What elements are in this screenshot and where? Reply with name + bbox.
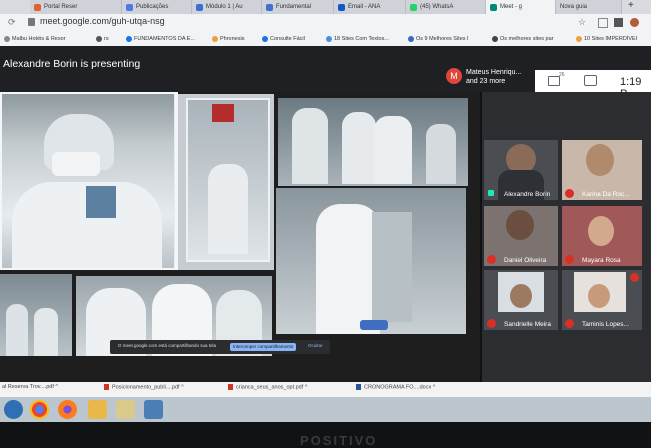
extension-icon[interactable] <box>614 18 623 27</box>
lab-photo <box>276 188 466 334</box>
profile-avatar-icon[interactable] <box>630 18 639 27</box>
bookmark-icon <box>96 36 102 42</box>
bookmark-item[interactable]: 18 Sites Com Textos... <box>326 33 389 45</box>
chevron-up-icon[interactable]: ^ <box>55 384 58 390</box>
tab-favicon-icon <box>34 3 41 11</box>
monitor-brand-logo: POSITIVO <box>300 433 378 448</box>
bookmark-item[interactable]: FUNDAMENTOS DA E... <box>126 33 195 45</box>
lab-photo <box>178 94 274 270</box>
browser-tab[interactable]: Email - ANA <box>334 0 406 14</box>
bookmark-item[interactable]: Os melhores sites par <box>492 33 554 45</box>
bookmark-icon <box>408 36 414 42</box>
participant-tile[interactable]: Mayara Rosa <box>562 206 642 266</box>
participant-tile[interactable]: Taminis Lopes... <box>562 270 642 330</box>
tab-favicon-icon <box>338 3 345 11</box>
lab-photo <box>278 98 468 186</box>
stop-sharing-button[interactable]: Interromper compartilhamento <box>230 343 297 351</box>
participant-name: Mayara Rosa <box>582 257 621 264</box>
lab-photo <box>2 94 174 268</box>
mic-muted-icon <box>565 319 574 328</box>
browser-tab[interactable]: Fundamental <box>262 0 334 14</box>
bookmark-item[interactable]: Consulte Fácil <box>262 33 305 45</box>
pdf-icon <box>104 384 109 390</box>
tab-favicon-icon <box>266 3 273 11</box>
mic-muted-icon <box>487 255 496 264</box>
participant-name: Sandrielle Meira <box>504 321 551 328</box>
download-item[interactable]: Posicionamento_publi....pdf ^ <box>104 384 184 390</box>
chevron-up-icon[interactable]: ^ <box>305 384 308 390</box>
pdf-icon <box>228 384 233 390</box>
mic-muted-icon <box>630 273 639 282</box>
download-item[interactable]: al Reserva Trov....pdf ^ <box>2 384 58 390</box>
chevron-up-icon[interactable]: ^ <box>181 384 184 390</box>
bookmark-item[interactable]: rs <box>96 33 109 45</box>
user-name: Mateus Henriqu... <box>466 69 522 76</box>
bookmark-icon <box>326 36 332 42</box>
chat-icon[interactable] <box>584 75 597 86</box>
bookmark-icon <box>262 36 268 42</box>
url-text[interactable]: meet.google.com/guh-utqa-nsg <box>40 16 165 26</box>
participant-name: Taminis Lopes... <box>582 321 629 328</box>
bookmark-icon <box>212 36 218 42</box>
file-explorer-icon[interactable] <box>116 400 135 419</box>
meet-favicon-icon <box>490 3 497 11</box>
browser-tab[interactable]: Módulo 1 | Au <box>192 0 262 14</box>
browser-tab[interactable]: (45) WhatsA <box>406 0 486 14</box>
bookmark-icon <box>4 36 10 42</box>
start-button-icon[interactable] <box>4 400 23 419</box>
mic-muted-icon <box>487 319 496 328</box>
speaking-indicator-icon <box>488 190 494 196</box>
participant-video <box>588 284 610 308</box>
participant-tile[interactable]: Daniel Oliveira <box>484 206 558 266</box>
bookmark-icon <box>576 36 582 42</box>
participant-video <box>588 216 614 246</box>
user-avatar[interactable]: M <box>446 68 462 84</box>
download-item[interactable]: CRONOGRAMA FO....docx ^ <box>356 384 435 390</box>
new-tab-button[interactable]: + <box>628 0 634 11</box>
participant-tile[interactable]: Karina Da Roc... <box>562 140 642 200</box>
chevron-up-icon[interactable]: ^ <box>433 384 436 390</box>
downloads-bar <box>0 382 651 397</box>
hide-button[interactable]: Ocultar <box>308 343 323 348</box>
lock-icon <box>28 18 35 26</box>
share-notice: O meet.google.com está compartilhando su… <box>118 343 217 348</box>
participant-count: 26 <box>559 72 565 78</box>
network-icon[interactable] <box>144 400 163 419</box>
tab-favicon-icon <box>126 3 133 11</box>
participant-summary: Mateus Henriqu... and 23 more <box>466 68 521 86</box>
mic-muted-icon <box>565 189 574 198</box>
download-item[interactable]: crianca_seus_anos_opt.pdf ^ <box>228 384 307 390</box>
browser-tab[interactable]: Nova guia <box>556 0 622 14</box>
extension-icon[interactable] <box>598 18 608 28</box>
participant-video <box>510 284 532 308</box>
bookmark-item[interactable]: Malbu Hotéis & Resor <box>4 33 66 45</box>
participant-name: Karina Da Roc... <box>582 191 630 198</box>
chrome-icon[interactable] <box>30 400 49 419</box>
reload-icon[interactable]: ⟳ <box>8 17 16 28</box>
browser-tab[interactable]: Publicações <box>122 0 192 14</box>
others-count: and 23 more <box>466 78 506 85</box>
participant-video <box>586 144 614 176</box>
bookmark-icon <box>126 36 132 42</box>
participant-tile[interactable]: Sandrielle Meira <box>484 270 558 330</box>
participant-name: Daniel Oliveira <box>504 257 547 264</box>
browser-tab[interactable]: Portal Reser <box>30 0 122 14</box>
presenting-label: Alexandre Borin is presenting <box>3 58 141 70</box>
bookmark-item[interactable]: 10 Sites IMPERDÍVEI <box>576 33 637 45</box>
tab-favicon-icon <box>410 3 417 11</box>
tab-favicon-icon <box>196 3 203 11</box>
participant-tile[interactable]: Alexandre Borin <box>484 140 558 200</box>
participant-name: Alexandre Borin <box>504 191 551 198</box>
bookmark-item[interactable]: Os 9 Melhores Sites I <box>408 33 469 45</box>
bookmark-item[interactable]: Phronesis <box>212 33 244 45</box>
media-player-icon[interactable] <box>88 400 107 419</box>
browser-tab-active[interactable]: Meet - g <box>486 0 556 14</box>
lab-photo <box>0 274 72 356</box>
participant-video <box>506 210 534 240</box>
docx-icon <box>356 384 361 390</box>
bookmark-icon <box>492 36 498 42</box>
firefox-icon[interactable] <box>58 400 77 419</box>
bookmark-star-icon[interactable]: ☆ <box>578 17 586 28</box>
mic-muted-icon <box>565 255 574 264</box>
